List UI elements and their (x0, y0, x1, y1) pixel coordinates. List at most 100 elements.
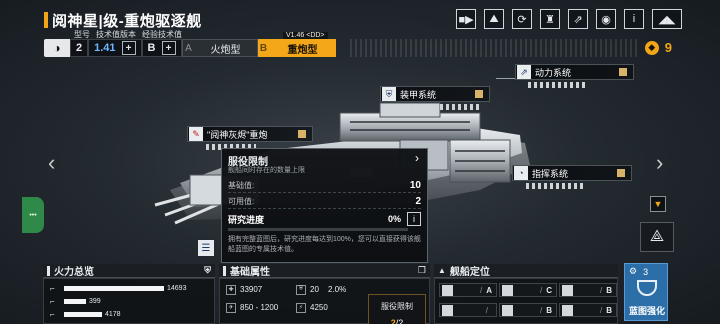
slot-sep: / (479, 285, 483, 295)
exp-plus-button[interactable]: + (161, 41, 176, 55)
image-icon[interactable]: ⛰ (484, 9, 504, 29)
armor-value: 20 (310, 285, 319, 294)
armor-icon: ⛨ (296, 284, 306, 295)
video-icon[interactable]: ■▶ (456, 9, 476, 29)
blueprint-enhance-button[interactable]: ⚙ 3 蓝图强化 (624, 263, 668, 321)
firepower-panel: 火力总览 ⛨ ⌐ 14693 ⌐ 399 ⌐ 4178 (43, 264, 215, 324)
role-icon (502, 305, 513, 316)
info-icon[interactable]: i (624, 9, 644, 29)
system-command[interactable]: ◔ 指挥系统 (512, 165, 632, 181)
firepower-value: 4178 (105, 310, 121, 318)
command-system-label: 指挥系统 (532, 168, 569, 179)
service-max: /2 (395, 318, 404, 324)
model-number: 2 (70, 39, 89, 57)
hp-icon: ✚ (226, 284, 236, 295)
blueprint-count: 3 (643, 266, 649, 277)
list-icon[interactable]: ☰ (198, 240, 214, 256)
research-percent: 0% (387, 214, 401, 224)
energy-stat: ⚡ 4250 (296, 301, 328, 314)
service-limit-tooltip: 服役限制 › 舰船同时存在的数量上限 基础值: 10 可用值: 2 研究进度 0… (221, 148, 428, 263)
type-a-label: 火炮型 (210, 44, 241, 56)
type-tab-a[interactable]: A 火炮型 (181, 39, 258, 57)
system-armor[interactable]: ⛨ 装甲系统 (380, 86, 490, 102)
speed-value: 850 - 1200 (240, 303, 279, 312)
eye-icon[interactable]: ◉ (596, 9, 616, 29)
power-system-label: 动力系统 (535, 67, 572, 78)
service-limit-box[interactable]: 服役限制 2/2 (368, 294, 426, 324)
role-icon (562, 305, 573, 316)
upgrade-badge-icon (617, 169, 625, 177)
back-icon[interactable]: ◢◣ (652, 9, 682, 29)
evasion-stat: 2.0% (328, 283, 346, 296)
header-accent (47, 265, 50, 276)
firepower-bar (64, 311, 102, 317)
currency-counter: ◆ 9 (644, 40, 672, 55)
cannon-system-label: "阋神灰烬"重炮 (207, 129, 268, 140)
position-slot[interactable]: / B (499, 303, 557, 317)
position-slot[interactable]: / C (499, 283, 557, 297)
slot-grade: C (546, 285, 552, 295)
position-slot[interactable]: / B (559, 303, 617, 317)
position-body: / A / C / B / / B / B (434, 278, 618, 324)
shield-icon[interactable]: ⛨ (204, 265, 211, 276)
slot-sep: / (599, 305, 603, 315)
blueprint-label: 蓝图强化 (628, 306, 665, 316)
basic-title: 基础属性 (230, 267, 270, 278)
firepower-row: ⌐ 399 (50, 296, 101, 306)
armor-system-icon: ⛨ (382, 87, 396, 101)
exp-grade-value: B (147, 42, 156, 54)
type-b-label: 重炮型 (287, 44, 318, 56)
side-widget[interactable]: ••• (22, 197, 44, 233)
ship-position-panel: ▲ 舰船定位 / A / C / B / / B / B (434, 264, 618, 324)
upgrade-badge-icon (475, 90, 483, 98)
research-progress-bar (228, 228, 408, 231)
slot-grade: B (546, 305, 552, 315)
hp-value: 33907 (240, 285, 263, 294)
faction-emblem-icon[interactable]: ⟁ (640, 222, 674, 252)
firepower-header: 火力总览 ⛨ (43, 264, 215, 278)
basic-attributes-panel: 基础属性 ❐ ✚ 33907 ⛨ 20 2.0% ✈ 850 - 1200 ⚡ … (219, 264, 430, 324)
armor-system-label: 装甲系统 (400, 89, 437, 100)
type-b-letter: B (259, 42, 268, 54)
tech-plus-button[interactable]: + (121, 41, 136, 55)
slot-grade: A (486, 285, 492, 295)
title-accent (44, 12, 48, 28)
research-info-icon[interactable]: i (407, 212, 421, 226)
system-cannon[interactable]: ✎ "阋神灰烬"重炮 (187, 126, 313, 142)
firepower-row: ⌐ 4178 (50, 309, 121, 319)
expand-icon[interactable]: ❐ (418, 265, 426, 276)
type-tab-b[interactable]: B 重炮型 (257, 39, 336, 57)
cannon-system-icon: ✎ (189, 127, 203, 141)
available-value: 2 (415, 196, 421, 207)
position-slot[interactable]: / (439, 303, 497, 317)
prev-ship-arrow[interactable]: ‹ (48, 150, 55, 176)
position-slot[interactable]: / A (439, 283, 497, 297)
tooltip-description: 拥有完整蓝图后，研究进度每达到100%，您可以直接获得该舰船蓝图的专属技术值。 (228, 236, 421, 253)
blueprint-emblem-icon (637, 280, 657, 296)
position-slot[interactable]: / B (559, 283, 617, 297)
slot-sep: / (539, 285, 543, 295)
slot-grade: B (606, 305, 612, 315)
tooltip-chevron-icon[interactable]: › (415, 151, 419, 165)
evasion-value: 2.0% (328, 285, 347, 294)
firepower-value: 14693 (167, 284, 187, 292)
firepower-body: ⌐ 14693 ⌐ 399 ⌐ 4178 (43, 278, 215, 324)
service-label: 服役限制 (381, 302, 413, 311)
refresh-icon[interactable]: ⟳ (512, 9, 532, 29)
decor-stripe (350, 39, 640, 57)
dropdown-toggle-icon[interactable]: ▼ (650, 196, 666, 212)
exp-grade: B + (141, 39, 182, 57)
upgrade-badge-icon (298, 130, 306, 138)
missile-icon: ⌐ (50, 296, 55, 306)
next-ship-arrow[interactable]: › (656, 150, 663, 176)
service-value: 2/2 (369, 318, 425, 324)
system-power[interactable]: ⇗ 动力系统 (515, 64, 634, 80)
share-icon[interactable]: ⇗ (568, 9, 588, 29)
tooltip-subtitle: 舰船同时存在的数量上限 (228, 167, 305, 174)
version-tag: V1.46 <DD> (283, 32, 328, 39)
mech-icon[interactable]: ♜ (540, 9, 560, 29)
ship-class-icon: ◑ (44, 39, 70, 57)
slot-grade: B (606, 285, 612, 295)
coin-icon: ◆ (644, 40, 659, 55)
speed-icon: ✈ (226, 302, 236, 313)
